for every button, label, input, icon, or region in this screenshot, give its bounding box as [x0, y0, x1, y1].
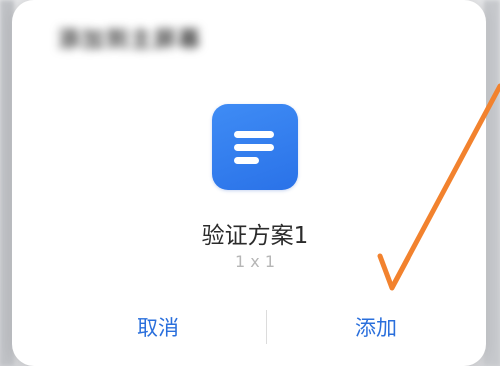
icon-line	[234, 131, 274, 138]
add-to-home-dialog: 添加到主屏幕 验证方案1 1 x 1 取消 添加	[12, 0, 486, 366]
dialog-title: 添加到主屏幕	[58, 28, 203, 53]
document-lines-icon	[212, 104, 298, 190]
background-edge-right	[484, 0, 500, 366]
widget-size: 1 x 1	[235, 252, 275, 271]
add-button[interactable]: 添加	[316, 306, 436, 350]
icon-line	[234, 157, 259, 164]
cancel-button[interactable]: 取消	[98, 306, 218, 350]
widget-name: 验证方案1	[201, 223, 309, 249]
icon-line	[234, 144, 274, 151]
button-divider	[266, 310, 267, 344]
